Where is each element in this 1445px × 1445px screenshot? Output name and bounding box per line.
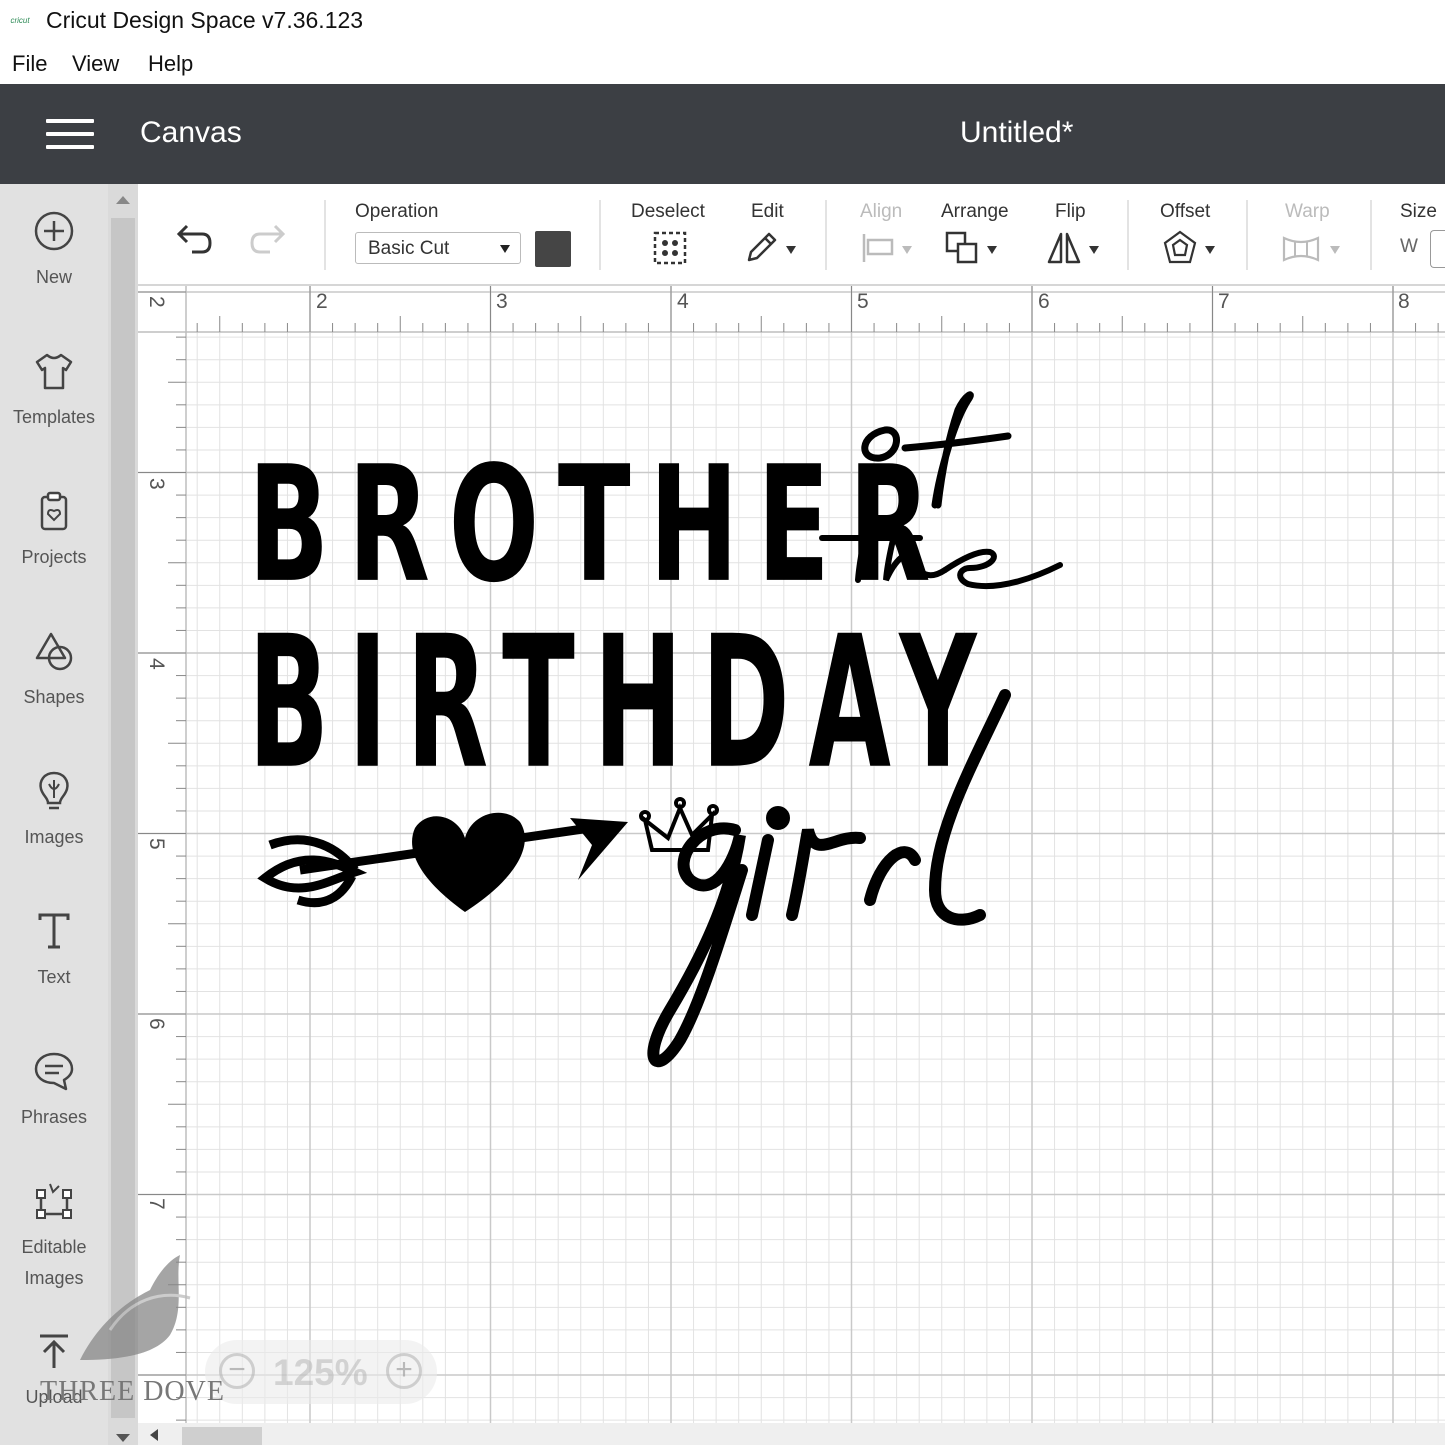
arrow-heart-icon[interactable] bbox=[257, 812, 628, 912]
zoom-in-button[interactable]: + bbox=[386, 1353, 422, 1389]
script-girl[interactable] bbox=[647, 689, 1011, 1068]
scroll-left-arrow-icon[interactable] bbox=[150, 1429, 158, 1441]
horizontal-scrollbar[interactable] bbox=[138, 1423, 1445, 1445]
horizontal-scrollbar-thumb[interactable] bbox=[182, 1427, 262, 1445]
watermark-text: THREE DOVE bbox=[40, 1376, 225, 1407]
zoom-control: − 125% + bbox=[205, 1340, 437, 1404]
zoom-level: 125% bbox=[273, 1352, 368, 1393]
design-script-art bbox=[257, 391, 1063, 1068]
crown-icon[interactable] bbox=[639, 797, 719, 852]
dove-watermark-icon bbox=[80, 1255, 191, 1360]
script-of[interactable] bbox=[861, 391, 1012, 509]
